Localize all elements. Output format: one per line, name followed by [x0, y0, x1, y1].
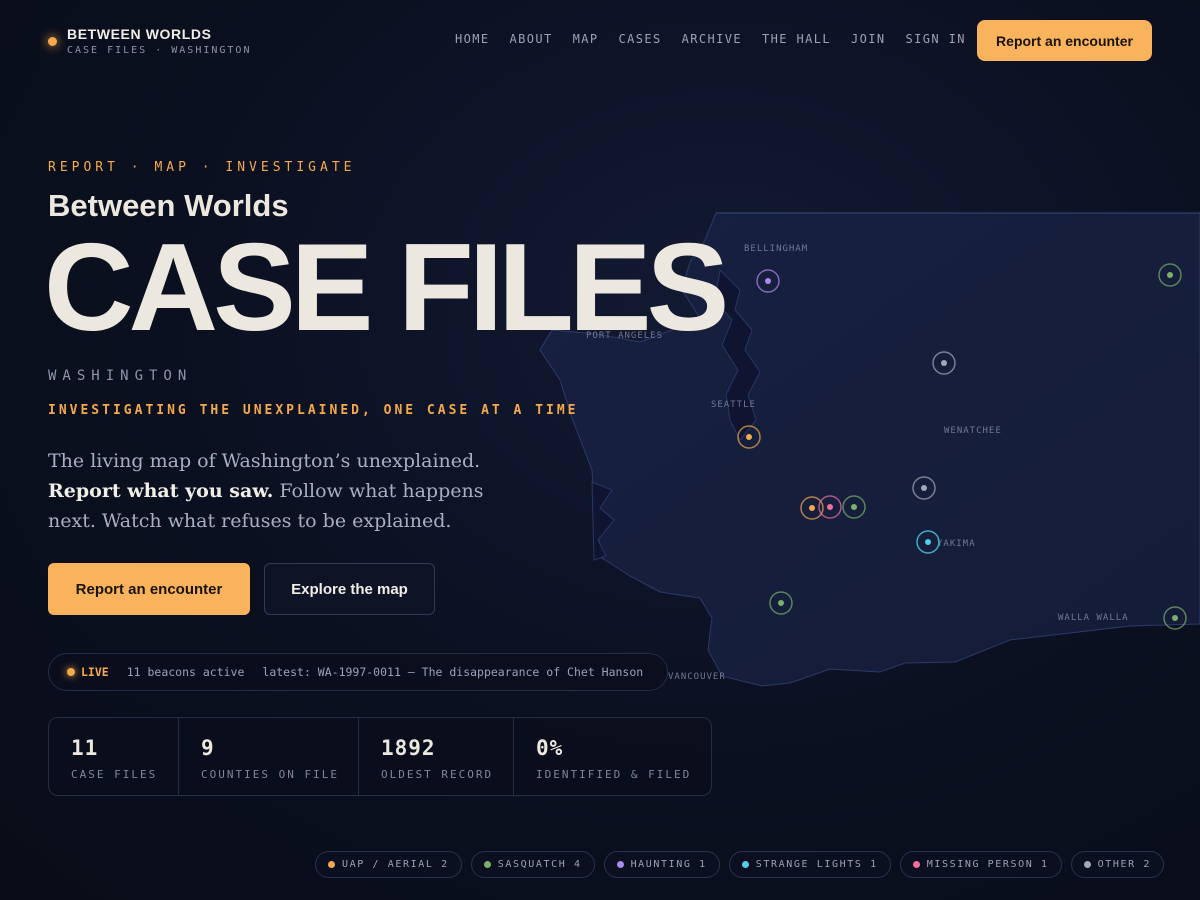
nav-the-hall[interactable]: THE HALL	[762, 32, 831, 46]
city-label-walla-walla: WALLA WALLA	[1058, 613, 1129, 623]
beacon-sasquatch[interactable]	[1158, 263, 1182, 287]
legend-label: MISSING PERSON 1	[926, 859, 1049, 870]
hero-eyebrow: REPORT · MAP · INVESTIGATE	[48, 160, 356, 175]
intro-emphasis: Report what you saw.	[48, 480, 274, 502]
hero-intro: The living map of Washington’s unexplain…	[48, 446, 528, 536]
header-report-button[interactable]: Report an encounter	[977, 20, 1152, 61]
live-ticker[interactable]: LIVE 11 beacons active latest: WA-1997-0…	[48, 653, 668, 691]
beacon-sasquatch[interactable]	[769, 591, 793, 615]
beacon-sasquatch[interactable]	[842, 495, 866, 519]
beacon-other[interactable]	[912, 476, 936, 500]
strange-lights-dot-icon	[741, 861, 749, 868]
beacon-count: 11 beacons active	[126, 665, 245, 679]
haunting-dot-icon	[616, 861, 624, 868]
city-label-yakima: YAKIMA	[937, 539, 976, 549]
legend-chip-other[interactable]: OTHER 2	[1070, 851, 1164, 878]
legend-chip-uap[interactable]: UAP / AERIAL 2	[315, 851, 462, 878]
stat-label: IDENTIFIED & FILED	[536, 768, 692, 781]
legend-label: SASQUATCH 4	[497, 859, 582, 870]
beacon-uap-aerial[interactable]	[737, 425, 761, 449]
category-legend: UAP / AERIAL 2 SASQUATCH 4 HAUNTING 1 ST…	[315, 851, 1164, 878]
legend-chip-missing-person[interactable]: MISSING PERSON 1	[899, 851, 1062, 878]
city-label-wenatchee: WENATCHEE	[944, 426, 1002, 436]
brand-title: BETWEEN WORLDS	[67, 26, 212, 42]
intro-part-1: The living map of Washington’s unexplain…	[48, 450, 481, 472]
hero-title: CASE FILES	[44, 219, 729, 357]
legend-chip-strange-lights[interactable]: STRANGE LIGHTS 1	[728, 851, 891, 878]
nav-home[interactable]: HOME	[455, 32, 490, 46]
city-label-vancouver: VANCOUVER	[668, 672, 726, 682]
stat-value: 0%	[536, 736, 564, 760]
legend-chip-haunting[interactable]: HAUNTING 1	[603, 851, 720, 878]
stat-identified: 0% IDENTIFIED & FILED	[514, 718, 711, 795]
stat-oldest-record: 1892 OLDEST RECORD	[359, 718, 514, 795]
nav-cases[interactable]: CASES	[619, 32, 662, 46]
other-dot-icon	[1083, 861, 1091, 868]
beacon-sasquatch[interactable]	[1163, 606, 1187, 630]
missing-person-dot-icon	[912, 861, 920, 868]
brand[interactable]: BETWEEN WORLDS CASE FILES · WASHINGTON	[48, 26, 251, 56]
hero-tagline: INVESTIGATING THE UNEXPLAINED, ONE CASE …	[48, 403, 579, 418]
beacon-other[interactable]	[932, 351, 956, 375]
live-label: LIVE	[81, 665, 109, 679]
stat-case-files: 11 CASE FILES	[49, 718, 179, 795]
main-nav: HOME ABOUT MAP CASES ARCHIVE THE HALL JO…	[455, 32, 986, 46]
city-label-bellingham: BELLINGHAM	[744, 244, 808, 254]
explore-map-button[interactable]: Explore the map	[264, 563, 435, 615]
stat-counties: 9 COUNTIES ON FILE	[179, 718, 359, 795]
legend-label: OTHER 2	[1097, 859, 1151, 870]
uap-dot-icon	[328, 861, 336, 868]
nav-about[interactable]: ABOUT	[510, 32, 553, 46]
stat-value: 11	[71, 736, 99, 760]
region-label: WASHINGTON	[48, 368, 193, 384]
nav-map[interactable]: MAP	[573, 32, 599, 46]
brand-subtitle: CASE FILES · WASHINGTON	[67, 45, 252, 56]
report-encounter-button[interactable]: Report an encounter	[48, 563, 250, 615]
stat-label: CASE FILES	[71, 768, 158, 781]
city-label-seattle: SEATTLE	[711, 400, 756, 410]
legend-label: UAP / AERIAL 2	[342, 859, 449, 870]
beacon-strange-lights[interactable]	[916, 530, 940, 554]
stat-value: 1892	[381, 736, 436, 760]
coast-inlet	[591, 481, 615, 561]
stats-panel: 11 CASE FILES 9 COUNTIES ON FILE 1892 OL…	[48, 717, 712, 796]
brand-dot-icon	[48, 36, 57, 46]
sasquatch-dot-icon	[483, 861, 491, 868]
legend-label: HAUNTING 1	[630, 859, 707, 870]
nav-sign-in[interactable]: SIGN IN	[906, 32, 966, 46]
legend-label: STRANGE LIGHTS 1	[755, 859, 878, 870]
stat-label: COUNTIES ON FILE	[201, 768, 339, 781]
beacon-haunting[interactable]	[756, 269, 780, 293]
latest-case: latest: WA-1997-0011 — The disappearance…	[262, 665, 644, 679]
stat-value: 9	[201, 736, 215, 760]
nav-archive[interactable]: ARCHIVE	[682, 32, 742, 46]
live-dot-icon	[67, 668, 75, 676]
legend-chip-sasquatch[interactable]: SASQUATCH 4	[470, 851, 595, 878]
nav-join[interactable]: JOIN	[851, 32, 886, 46]
stat-label: OLDEST RECORD	[381, 768, 494, 781]
